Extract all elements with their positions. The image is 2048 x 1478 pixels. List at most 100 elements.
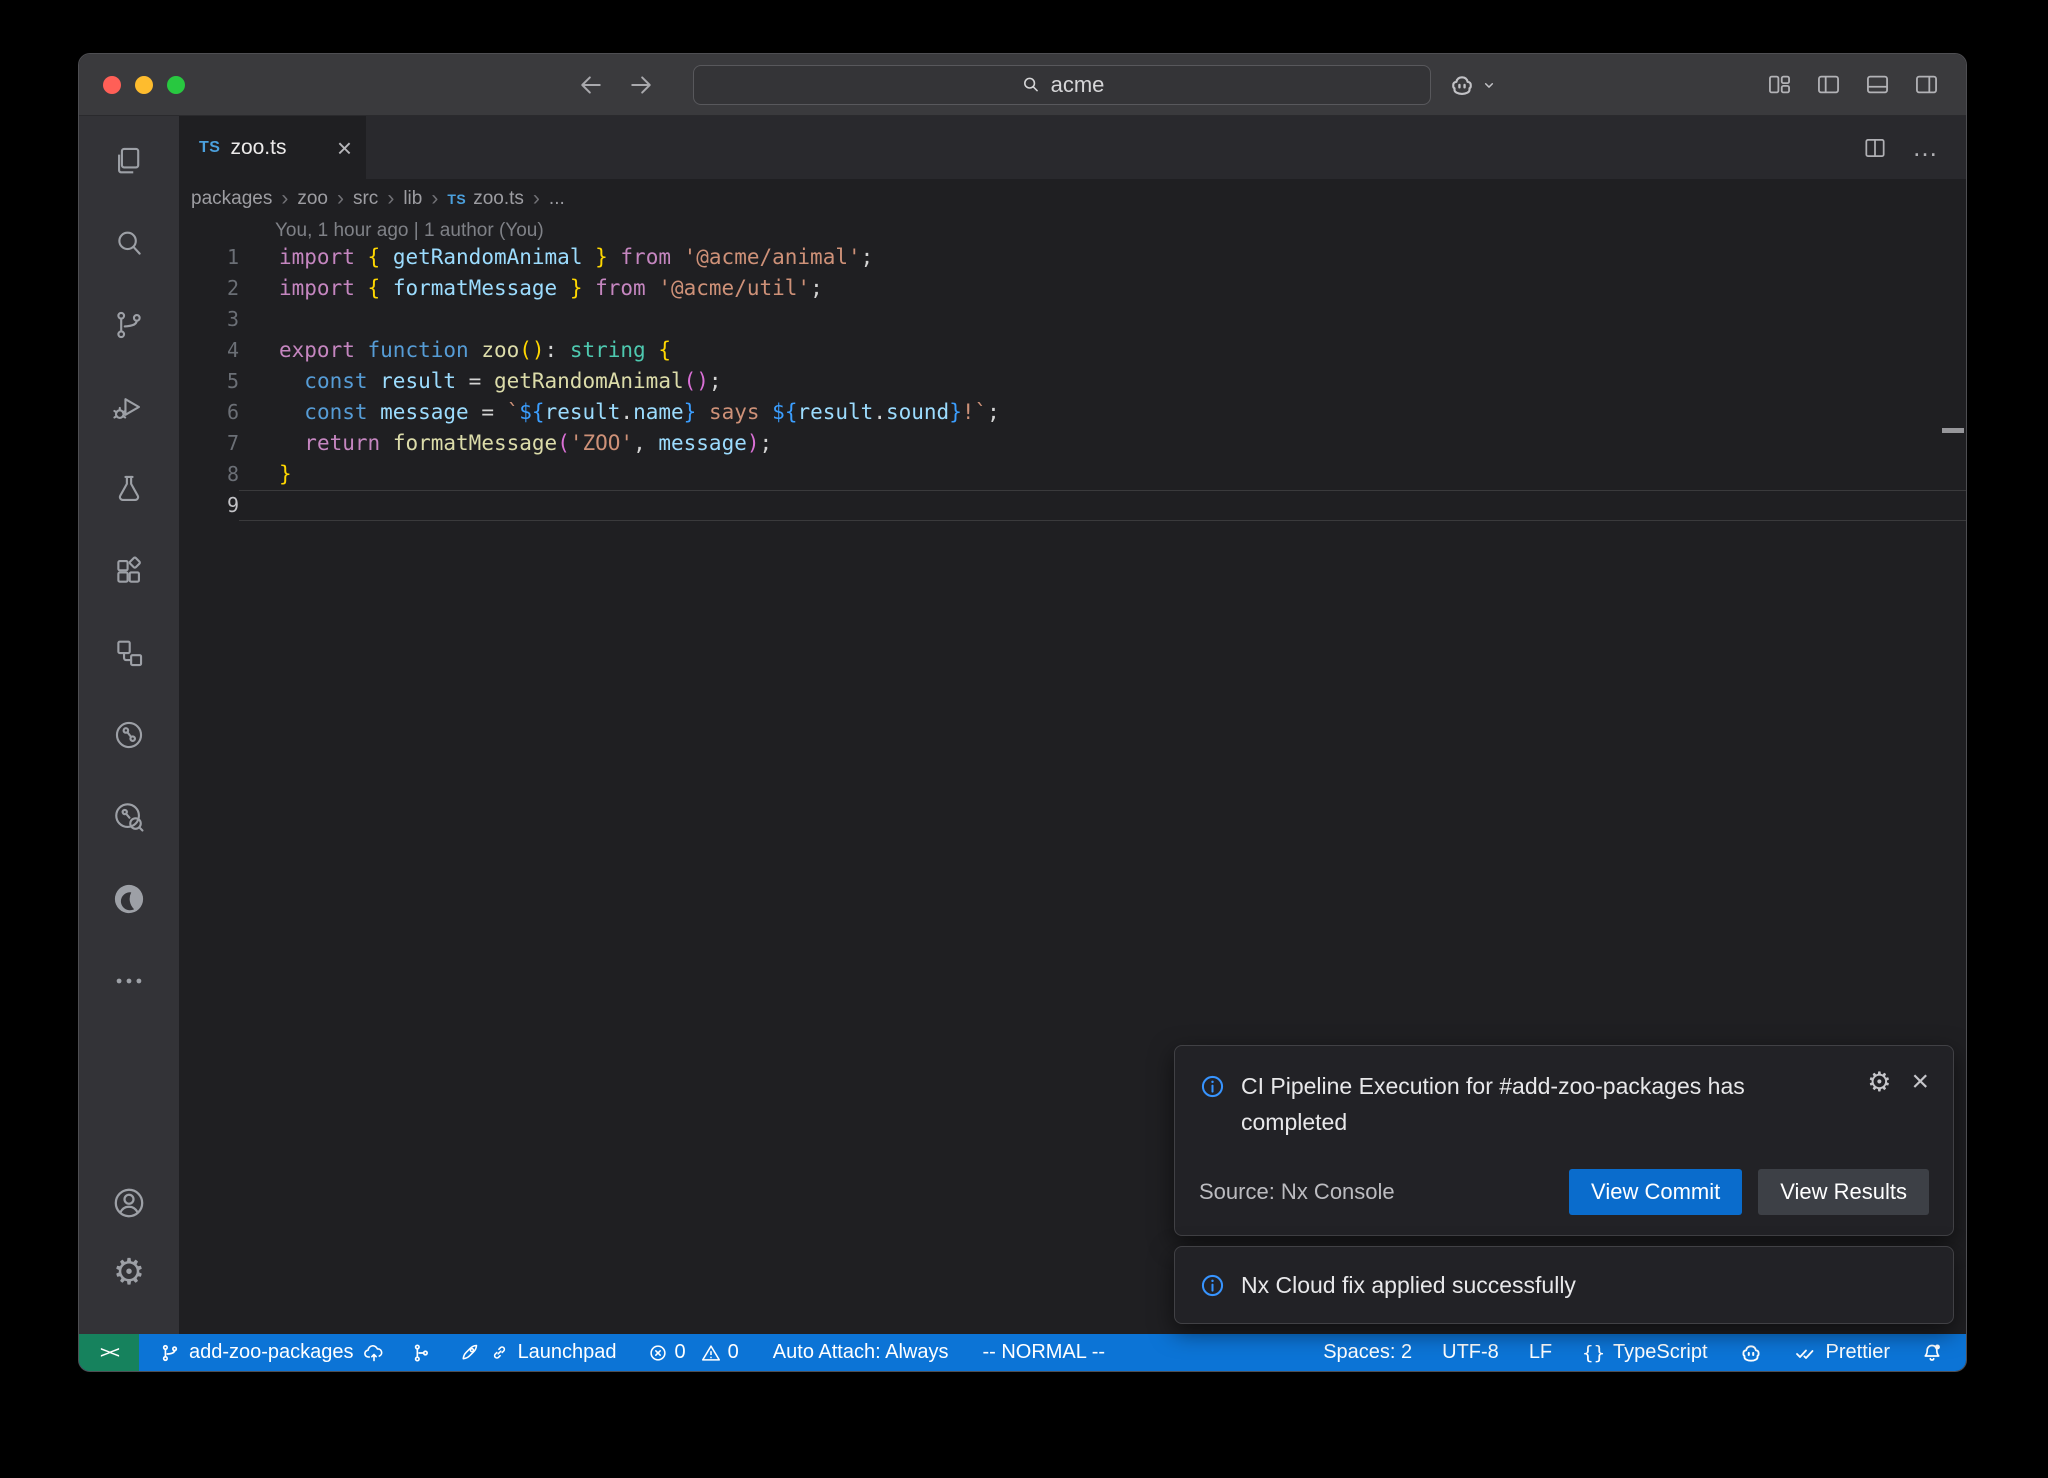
view-results-button[interactable]: View Results xyxy=(1758,1169,1929,1215)
branch-status-item[interactable]: add-zoo-packages xyxy=(159,1341,386,1365)
scm-graph-status-item[interactable] xyxy=(410,1342,432,1364)
testing-view-button[interactable] xyxy=(79,460,179,518)
edge-browser-view-button[interactable] xyxy=(79,870,179,928)
cloud-upload-icon xyxy=(362,1341,386,1365)
code-line-9[interactable]: 9 xyxy=(179,490,1966,521)
tab-close-icon[interactable]: × xyxy=(337,135,352,161)
code-line-8[interactable]: 8} xyxy=(179,459,1966,490)
beaker-icon xyxy=(112,472,146,506)
auto-attach-status-item[interactable]: Auto Attach: Always xyxy=(773,1341,949,1364)
copilot-icon xyxy=(1738,1340,1764,1366)
code-line-7[interactable]: 7 return formatMessage('ZOO', message); xyxy=(179,428,1966,459)
command-center-search[interactable]: acme xyxy=(693,65,1431,105)
problems-status-item[interactable]: 0 0 xyxy=(647,1341,739,1364)
breadcrumb-overflow[interactable]: ... xyxy=(549,188,565,210)
language-status-item[interactable]: {} TypeScript xyxy=(1582,1341,1707,1364)
warning-count: 0 xyxy=(728,1341,739,1364)
code-line-6[interactable]: 6 const message = `${result.name} says $… xyxy=(179,397,1966,428)
breadcrumb-item[interactable]: packages xyxy=(191,188,272,210)
code-line-2[interactable]: 2import { formatMessage } from '@acme/ut… xyxy=(179,273,1966,304)
vim-mode-status-item[interactable]: -- NORMAL -- xyxy=(982,1341,1105,1364)
go-forward-button[interactable] xyxy=(627,71,655,99)
window-controls xyxy=(79,76,185,94)
code-text: } xyxy=(239,459,292,490)
notification-message: CI Pipeline Execution for #add-zoo-packa… xyxy=(1241,1068,1826,1140)
remote-icon: >< xyxy=(100,1342,118,1363)
copilot-icon xyxy=(1447,70,1477,100)
arrow-left-icon xyxy=(577,71,605,99)
line-number[interactable]: 9 xyxy=(179,490,239,521)
line-number[interactable]: 4 xyxy=(179,335,239,366)
split-editor-button[interactable] xyxy=(1862,135,1888,161)
notifications-bell-button[interactable] xyxy=(1920,1341,1944,1365)
notification-toast-ci-pipeline: CI Pipeline Execution for #add-zoo-packa… xyxy=(1174,1045,1954,1236)
vscode-window: acme xyxy=(78,53,1967,1372)
branch-name: add-zoo-packages xyxy=(189,1341,354,1364)
info-icon xyxy=(1199,1073,1226,1100)
breadcrumb-item[interactable]: src xyxy=(353,188,378,210)
toggle-panel-button[interactable] xyxy=(1864,71,1891,98)
breadcrumb-item[interactable]: zoo xyxy=(297,188,328,210)
copilot-menu-button[interactable] xyxy=(1447,70,1499,100)
extensions-view-button[interactable] xyxy=(79,542,179,600)
accounts-button[interactable] xyxy=(111,1174,147,1232)
remote-indicator[interactable]: >< xyxy=(79,1334,139,1371)
arrow-right-icon xyxy=(627,71,655,99)
additional-views-button[interactable] xyxy=(79,952,179,1010)
explorer-view-button[interactable] xyxy=(79,132,179,190)
line-number[interactable]: 7 xyxy=(179,428,239,459)
notification-close-icon[interactable]: × xyxy=(1911,1068,1929,1096)
code-text: const result = getRandomAnimal(); xyxy=(239,366,722,397)
code-line-4[interactable]: 4export function zoo(): string { xyxy=(179,335,1966,366)
maximize-window-button[interactable] xyxy=(167,76,185,94)
formatter-status-item[interactable]: Prettier xyxy=(1794,1341,1890,1365)
line-number[interactable]: 8 xyxy=(179,459,239,490)
line-number[interactable]: 6 xyxy=(179,397,239,428)
code-line-5[interactable]: 5 const result = getRandomAnimal(); xyxy=(179,366,1966,397)
line-number[interactable]: 5 xyxy=(179,366,239,397)
link-icon xyxy=(489,1342,510,1363)
go-back-button[interactable] xyxy=(577,71,605,99)
minimize-window-button[interactable] xyxy=(135,76,153,94)
view-commit-button[interactable]: View Commit xyxy=(1569,1169,1742,1215)
run-debug-view-button[interactable] xyxy=(79,378,179,436)
source-control-icon xyxy=(112,308,146,342)
notification-toast-nx-cloud: Nx Cloud fix applied successfully xyxy=(1174,1246,1954,1324)
code-area[interactable]: 1import { getRandomAnimal } from '@acme/… xyxy=(179,242,1966,521)
code-line-1[interactable]: 1import { getRandomAnimal } from '@acme/… xyxy=(179,242,1966,273)
notification-settings-gear-icon[interactable]: ⚙ xyxy=(1867,1068,1891,1098)
breadcrumb: packages › zoo › src › lib › TS zoo.ts ›… xyxy=(179,179,1966,219)
chevron-right-icon: › xyxy=(431,187,438,211)
search-view-button[interactable] xyxy=(79,214,179,272)
git-graph-icon xyxy=(410,1342,432,1364)
line-number[interactable]: 3 xyxy=(179,304,239,335)
eol-status-item[interactable]: LF xyxy=(1529,1341,1552,1364)
source-control-view-button[interactable] xyxy=(79,296,179,354)
chevron-right-icon: › xyxy=(533,187,540,211)
nx-cloud-view-button[interactable] xyxy=(79,788,179,846)
close-window-button[interactable] xyxy=(103,76,121,94)
chevron-right-icon: › xyxy=(387,187,394,211)
breadcrumb-file[interactable]: TS zoo.ts xyxy=(447,188,524,210)
indentation-status-item[interactable]: Spaces: 2 xyxy=(1323,1341,1412,1364)
double-check-icon xyxy=(1794,1341,1818,1365)
copilot-status-item[interactable] xyxy=(1738,1340,1764,1366)
toggle-secondary-sidebar-button[interactable] xyxy=(1913,71,1940,98)
remote-explorer-icon xyxy=(112,636,146,670)
breadcrumb-item[interactable]: lib xyxy=(403,188,422,210)
line-number[interactable]: 1 xyxy=(179,242,239,273)
remote-explorer-view-button[interactable] xyxy=(79,624,179,682)
editor-more-actions-button[interactable]: … xyxy=(1912,132,1940,163)
warning-icon xyxy=(700,1342,722,1364)
nx-console-view-button[interactable] xyxy=(79,706,179,764)
toggle-primary-sidebar-button[interactable] xyxy=(1815,71,1842,98)
settings-gear-button[interactable]: ⚙ xyxy=(111,1244,147,1302)
tab-label: zoo.ts xyxy=(230,136,326,160)
encoding-status-item[interactable]: UTF-8 xyxy=(1442,1341,1499,1364)
tab-zoo-ts[interactable]: TS zoo.ts × xyxy=(179,116,366,179)
code-line-3[interactable]: 3 xyxy=(179,304,1966,335)
launchpad-status-item[interactable]: Launchpad xyxy=(458,1341,617,1364)
braces-icon: {} xyxy=(1582,1342,1605,1364)
line-number[interactable]: 2 xyxy=(179,273,239,304)
customize-layout-button[interactable] xyxy=(1766,71,1793,98)
